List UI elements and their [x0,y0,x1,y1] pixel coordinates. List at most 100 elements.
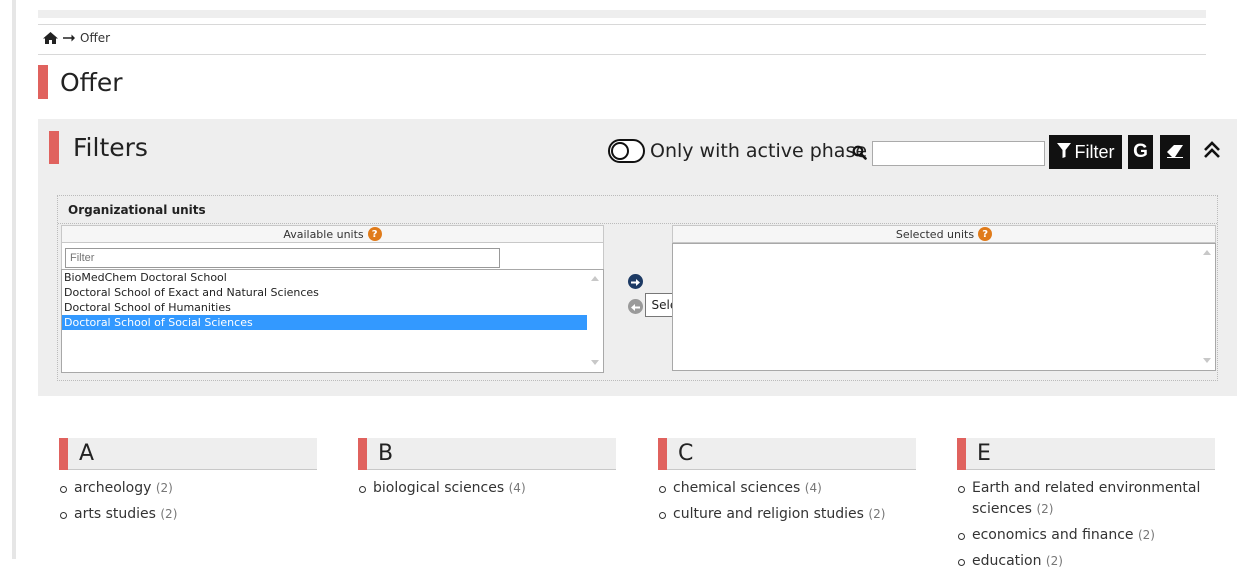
filters-header: Filters [49,131,148,164]
scroll-down-icon[interactable] [591,360,599,365]
available-units-label: Available units [283,227,364,241]
arrow-right-circle-icon [631,272,640,291]
scrollbar[interactable] [587,270,603,372]
subject-list: biological sciences (4) [358,478,616,499]
page-title: Offer [60,67,123,97]
subject-link[interactable]: economics and finance [972,527,1134,543]
eraser-icon [1166,144,1184,161]
scrollbar[interactable] [1199,244,1215,370]
letter-label: E [977,441,991,466]
move-left-button[interactable] [628,299,643,314]
funnel-icon [1056,142,1071,163]
scroll-up-icon[interactable] [1203,250,1211,255]
filter-button-label: Filter [1074,141,1115,162]
list-item[interactable]: Doctoral School of Humanities [62,300,587,315]
home-icon[interactable] [43,32,58,44]
letter-header: A [59,437,317,470]
list-item[interactable]: BioMedChem Doctoral School [62,270,587,285]
units-filter-input[interactable] [65,248,500,268]
divider-top [38,24,1206,25]
letter-accent [957,437,966,470]
list-item-selected[interactable]: Doctoral School of Social Sciences [62,315,587,330]
divider-bottom [38,54,1206,55]
subject-link[interactable]: biological sciences [373,480,504,496]
selected-units-label: Selected units [895,227,975,241]
subject-count: (2) [155,481,173,495]
collapse-button[interactable] [1200,139,1224,165]
chevron-double-up-icon [1202,140,1222,164]
letter-label: C [678,441,694,466]
letter-accent [358,437,367,470]
org-units-separator [58,223,1217,224]
move-right-button[interactable] [628,274,643,289]
breadcrumb-current: Offer [80,31,111,45]
available-units: Available units ? BioMedChem Doctoral Sc… [61,225,604,373]
google-button[interactable]: G [1128,135,1153,169]
subject-link[interactable]: chemical sciences [673,480,800,496]
list-item[interactable]: biological sciences (4) [358,478,616,499]
letter-header: B [358,437,616,470]
subject-link[interactable]: arts studies [74,506,156,522]
top-bar [38,10,1206,18]
filters-title: Filters [73,133,148,162]
arrow-right-icon [63,34,75,42]
letter-group-b: B biological sciences (4) [358,437,616,504]
filters-panel: Filters Only with active phase Filter G … [38,119,1237,396]
toggle-knob [611,142,629,160]
letter-group-a: A archeology (2) arts studies (2) [59,437,317,530]
subject-count: (2) [1045,554,1063,568]
filter-field-wrap [61,243,604,269]
list-item[interactable]: Earth and related environmental sciences… [957,478,1215,520]
available-units-header: Available units ? [61,225,604,243]
list-item[interactable]: Doctoral School of Exact and Natural Sci… [62,285,587,300]
subject-count: (2) [1137,528,1155,542]
help-icon[interactable]: ? [978,227,993,241]
page-header: Offer [38,64,123,100]
title-accent [38,65,48,99]
selected-units: Selected units ? [672,225,1216,372]
subject-count: (2) [160,507,178,521]
subject-list: Earth and related environmental sciences… [957,478,1215,572]
list-item[interactable]: archeology (2) [59,478,317,499]
subject-list: archeology (2) arts studies (2) [59,478,317,525]
help-icon[interactable]: ? [367,227,382,241]
active-phase-toggle[interactable] [608,139,645,163]
subject-list: chemical sciences (4) culture and religi… [658,478,916,525]
arrow-left-circle-icon [631,297,640,316]
letter-header: C [658,437,916,470]
eraser-button[interactable] [1160,135,1190,169]
subject-count: (4) [508,481,526,495]
selected-units-header: Selected units ? [672,225,1216,243]
search-icon [852,145,867,164]
letter-group-c: C chemical sciences (4) culture and reli… [658,437,916,530]
list-item[interactable]: arts studies (2) [59,504,317,525]
active-phase-label: Only with active phase [650,140,868,162]
letter-label: A [79,441,95,466]
subject-link[interactable]: culture and religion studies [673,506,864,522]
letter-header: E [957,437,1215,470]
letter-accent [59,437,68,470]
filters-accent [49,131,59,164]
breadcrumb: Offer [43,31,110,45]
list-item[interactable]: chemical sciences (4) [658,478,916,499]
subject-count: (2) [1036,502,1054,516]
letter-label: B [378,441,394,466]
available-units-list[interactable]: BioMedChem Doctoral School Doctoral Scho… [61,269,604,373]
subject-count: (4) [804,481,822,495]
filter-button[interactable]: Filter [1049,135,1122,169]
left-border [12,0,16,559]
subject-link[interactable]: Earth and related environmental sciences [972,480,1200,517]
subject-link[interactable]: education [972,553,1041,569]
selected-units-list[interactable] [672,243,1216,371]
org-units-title: Organizational units [68,203,206,217]
letter-accent [658,437,667,470]
search-input[interactable] [872,141,1045,166]
subject-count: (2) [868,507,886,521]
scroll-down-icon[interactable] [1203,358,1211,363]
list-item[interactable]: education (2) [957,551,1215,572]
list-item[interactable]: culture and religion studies (2) [658,504,916,525]
subject-link[interactable]: archeology [74,480,151,496]
scroll-up-icon[interactable] [591,276,599,281]
org-units-box: Organizational units Available units ? B… [57,195,1218,381]
list-item[interactable]: economics and finance (2) [957,525,1215,546]
